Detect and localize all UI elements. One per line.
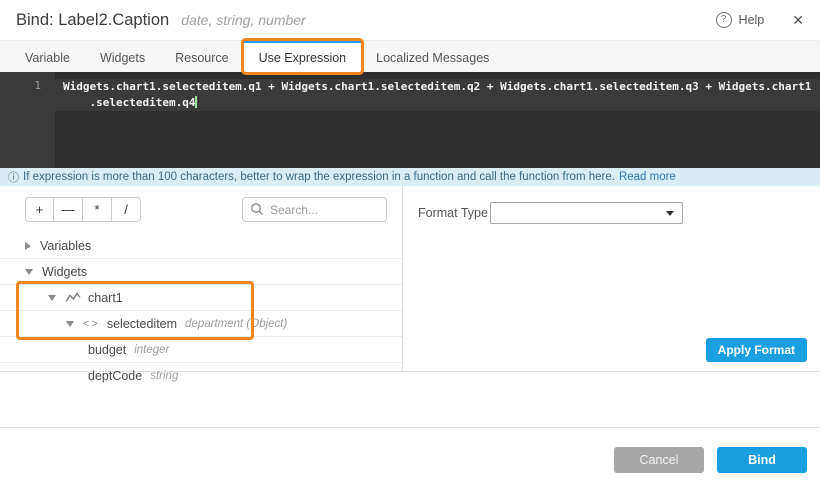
minus-operator-button[interactable]: — [54,197,83,222]
format-panel: Format Type Apply Format [403,186,820,371]
tree-toolbar: + — * / [0,186,402,233]
cancel-button[interactable]: Cancel [614,447,704,473]
info-bar: ⓘ If expression is more than 100 charact… [0,168,820,186]
tab-use-expression[interactable]: Use Expression [244,41,362,72]
tab-localized-messages[interactable]: Localized Messages [361,41,504,72]
info-icon: ⓘ [8,169,19,185]
bind-dialog: Bind: Label2.Caption date, string, numbe… [0,0,820,487]
caret-down-icon [666,211,674,216]
dialog-header: Bind: Label2.Caption date, string, numbe… [0,0,820,40]
divide-operator-button[interactable]: / [112,197,141,222]
tab-bar: Variable Widgets Resource Use Expression… [0,40,820,72]
chevron-down-icon [25,269,33,275]
tree-item-budget[interactable]: budget integer [0,337,402,363]
tree-item-label: Variables [40,239,91,253]
tree-item-label: chart1 [88,291,123,305]
tree-item-selecteditem[interactable]: <> selecteditem department (Object) [0,311,402,337]
plus-operator-button[interactable]: + [25,197,54,222]
tree-item-label: deptCode [88,369,142,383]
help-label: Help [739,13,765,27]
tree-item-deptcode[interactable]: deptCode string [0,363,402,389]
apply-format-button[interactable]: Apply Format [706,338,807,362]
tree-item-type: department (Object) [185,318,287,330]
editor-code: Widgets.chart1.selecteditem.q1 + Widgets… [55,72,820,111]
code-line-2: .selecteditem.q4 [55,95,820,111]
help-icon: ? [716,12,732,28]
line-chart-icon [65,292,81,304]
chevron-right-icon [25,242,31,250]
tree-item-type: string [150,370,178,382]
tree-item-widgets[interactable]: Widgets [0,259,402,285]
dialog-subtitle: date, string, number [181,12,306,28]
expression-editor[interactable]: 1 Widgets.chart1.selecteditem.q1 + Widge… [0,72,820,168]
format-type-select[interactable] [490,202,683,224]
info-message: If expression is more than 100 character… [23,171,615,183]
main-area: + — * / Variables [0,186,820,372]
editor-gutter: 1 [0,72,55,168]
dialog-title: Bind: Label2.Caption [16,11,169,30]
tree-item-type: integer [134,344,169,356]
help-button[interactable]: ? Help [716,12,765,28]
object-code-icon: <> [83,318,100,330]
binding-tree: Variables Widgets chart1 [0,233,402,389]
format-type-label: Format Type [418,206,490,220]
tab-resource[interactable]: Resource [160,41,244,72]
tab-variable[interactable]: Variable [10,41,85,72]
multiply-operator-button[interactable]: * [83,197,112,222]
read-more-link[interactable]: Read more [619,171,676,183]
bind-button[interactable]: Bind [717,447,807,473]
tab-widgets[interactable]: Widgets [85,41,160,72]
operator-group: + — * / [25,197,141,222]
close-icon[interactable]: ✕ [792,12,804,29]
chevron-down-icon [48,295,56,301]
expression-tree-panel: + — * / Variables [0,186,403,371]
tree-item-label: selecteditem [107,317,177,331]
search-box [242,197,387,222]
tree-item-chart1[interactable]: chart1 [0,285,402,311]
code-line-1: Widgets.chart1.selecteditem.q1 + Widgets… [55,79,820,95]
chevron-down-icon [66,321,74,327]
line-number: 1 [34,79,41,92]
tree-item-label: budget [88,343,126,357]
tree-item-variables[interactable]: Variables [0,233,402,259]
tree-item-label: Widgets [42,265,87,279]
search-icon [250,202,264,221]
dialog-footer: Cancel Bind [0,427,820,473]
